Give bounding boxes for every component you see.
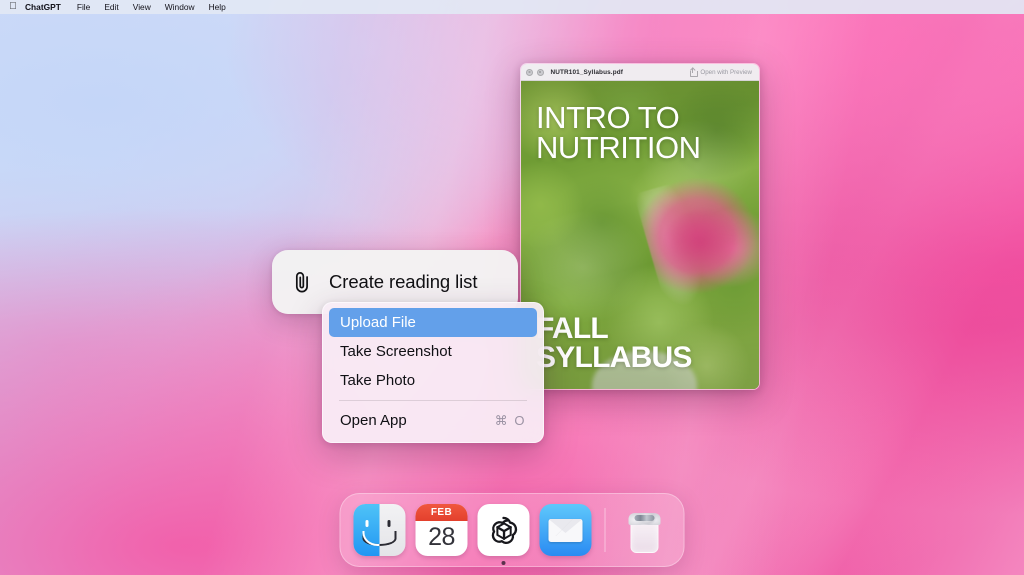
menu-item-window[interactable]: Window [158,0,202,14]
menu-option-upload-file[interactable]: Upload File [329,308,537,337]
menu-item-chatgpt[interactable]: ChatGPT [25,0,70,14]
quicklook-window[interactable]: NUTR101_Syllabus.pdf Open with Preview I… [520,63,760,390]
close-button[interactable] [526,68,533,76]
share-icon[interactable] [689,67,698,77]
menu-option-label: Take Screenshot [340,343,452,360]
quicklook-filename: NUTR101_Syllabus.pdf [550,68,624,76]
quicklook-titlebar[interactable]: NUTR101_Syllabus.pdf Open with Preview [521,64,759,81]
paperclip-icon [295,272,308,293]
desktop-screen:  ChatGPT File Edit View Window Help NUT… [0,0,1024,575]
menu-item-help[interactable]: Help [202,0,233,14]
apple-logo-icon[interactable]:  [7,2,19,12]
command-pill-label: Create reading list [329,271,478,292]
window-controls [526,68,544,76]
menu-item-view[interactable]: View [126,0,158,14]
dock-item-mail[interactable] [539,504,592,556]
menu-item-file[interactable]: File [70,0,98,14]
context-menu[interactable]: Upload File Take Screenshot Take Photo O… [322,302,544,443]
menu-option-label: Take Photo [340,372,416,389]
dock-item-calendar[interactable]: FEB 28 [415,504,468,556]
dock-divider [604,508,606,552]
dock-item-chatgpt[interactable] [477,504,530,565]
calendar-month: FEB [415,504,468,522]
quicklook-actions: Open with Preview [689,67,754,77]
menu-bar:  ChatGPT File Edit View Window Help [0,0,1024,14]
running-indicator-dot [501,561,506,565]
dock: FEB 28 [339,493,685,567]
minimize-button[interactable] [536,68,544,76]
menu-option-take-screenshot[interactable]: Take Screenshot [329,337,537,366]
menu-option-label: Upload File [340,314,416,331]
pdf-page[interactable]: INTRO TO NUTRITION FALL SYLLABUS [521,81,759,389]
menu-option-take-photo[interactable]: Take Photo [329,366,537,395]
calendar-day: 28 [428,523,455,552]
trash-icon [619,504,671,556]
menu-option-open-app[interactable]: Open App ⌘ O [329,406,537,435]
dock-item-trash[interactable] [619,504,671,556]
dock-item-finder[interactable] [353,504,406,556]
open-with-preview-button[interactable]: Open with Preview [700,69,752,76]
finder-icon [353,504,406,556]
calendar-icon: FEB 28 [415,504,468,556]
menu-item-edit[interactable]: Edit [97,0,125,14]
menu-option-label: Open App [340,412,407,429]
chatgpt-icon [477,504,530,556]
mail-icon [539,504,592,556]
menu-option-shortcut: ⌘ O [494,412,526,428]
menu-separator [339,400,527,401]
photo-sheen-overlay [521,81,759,389]
